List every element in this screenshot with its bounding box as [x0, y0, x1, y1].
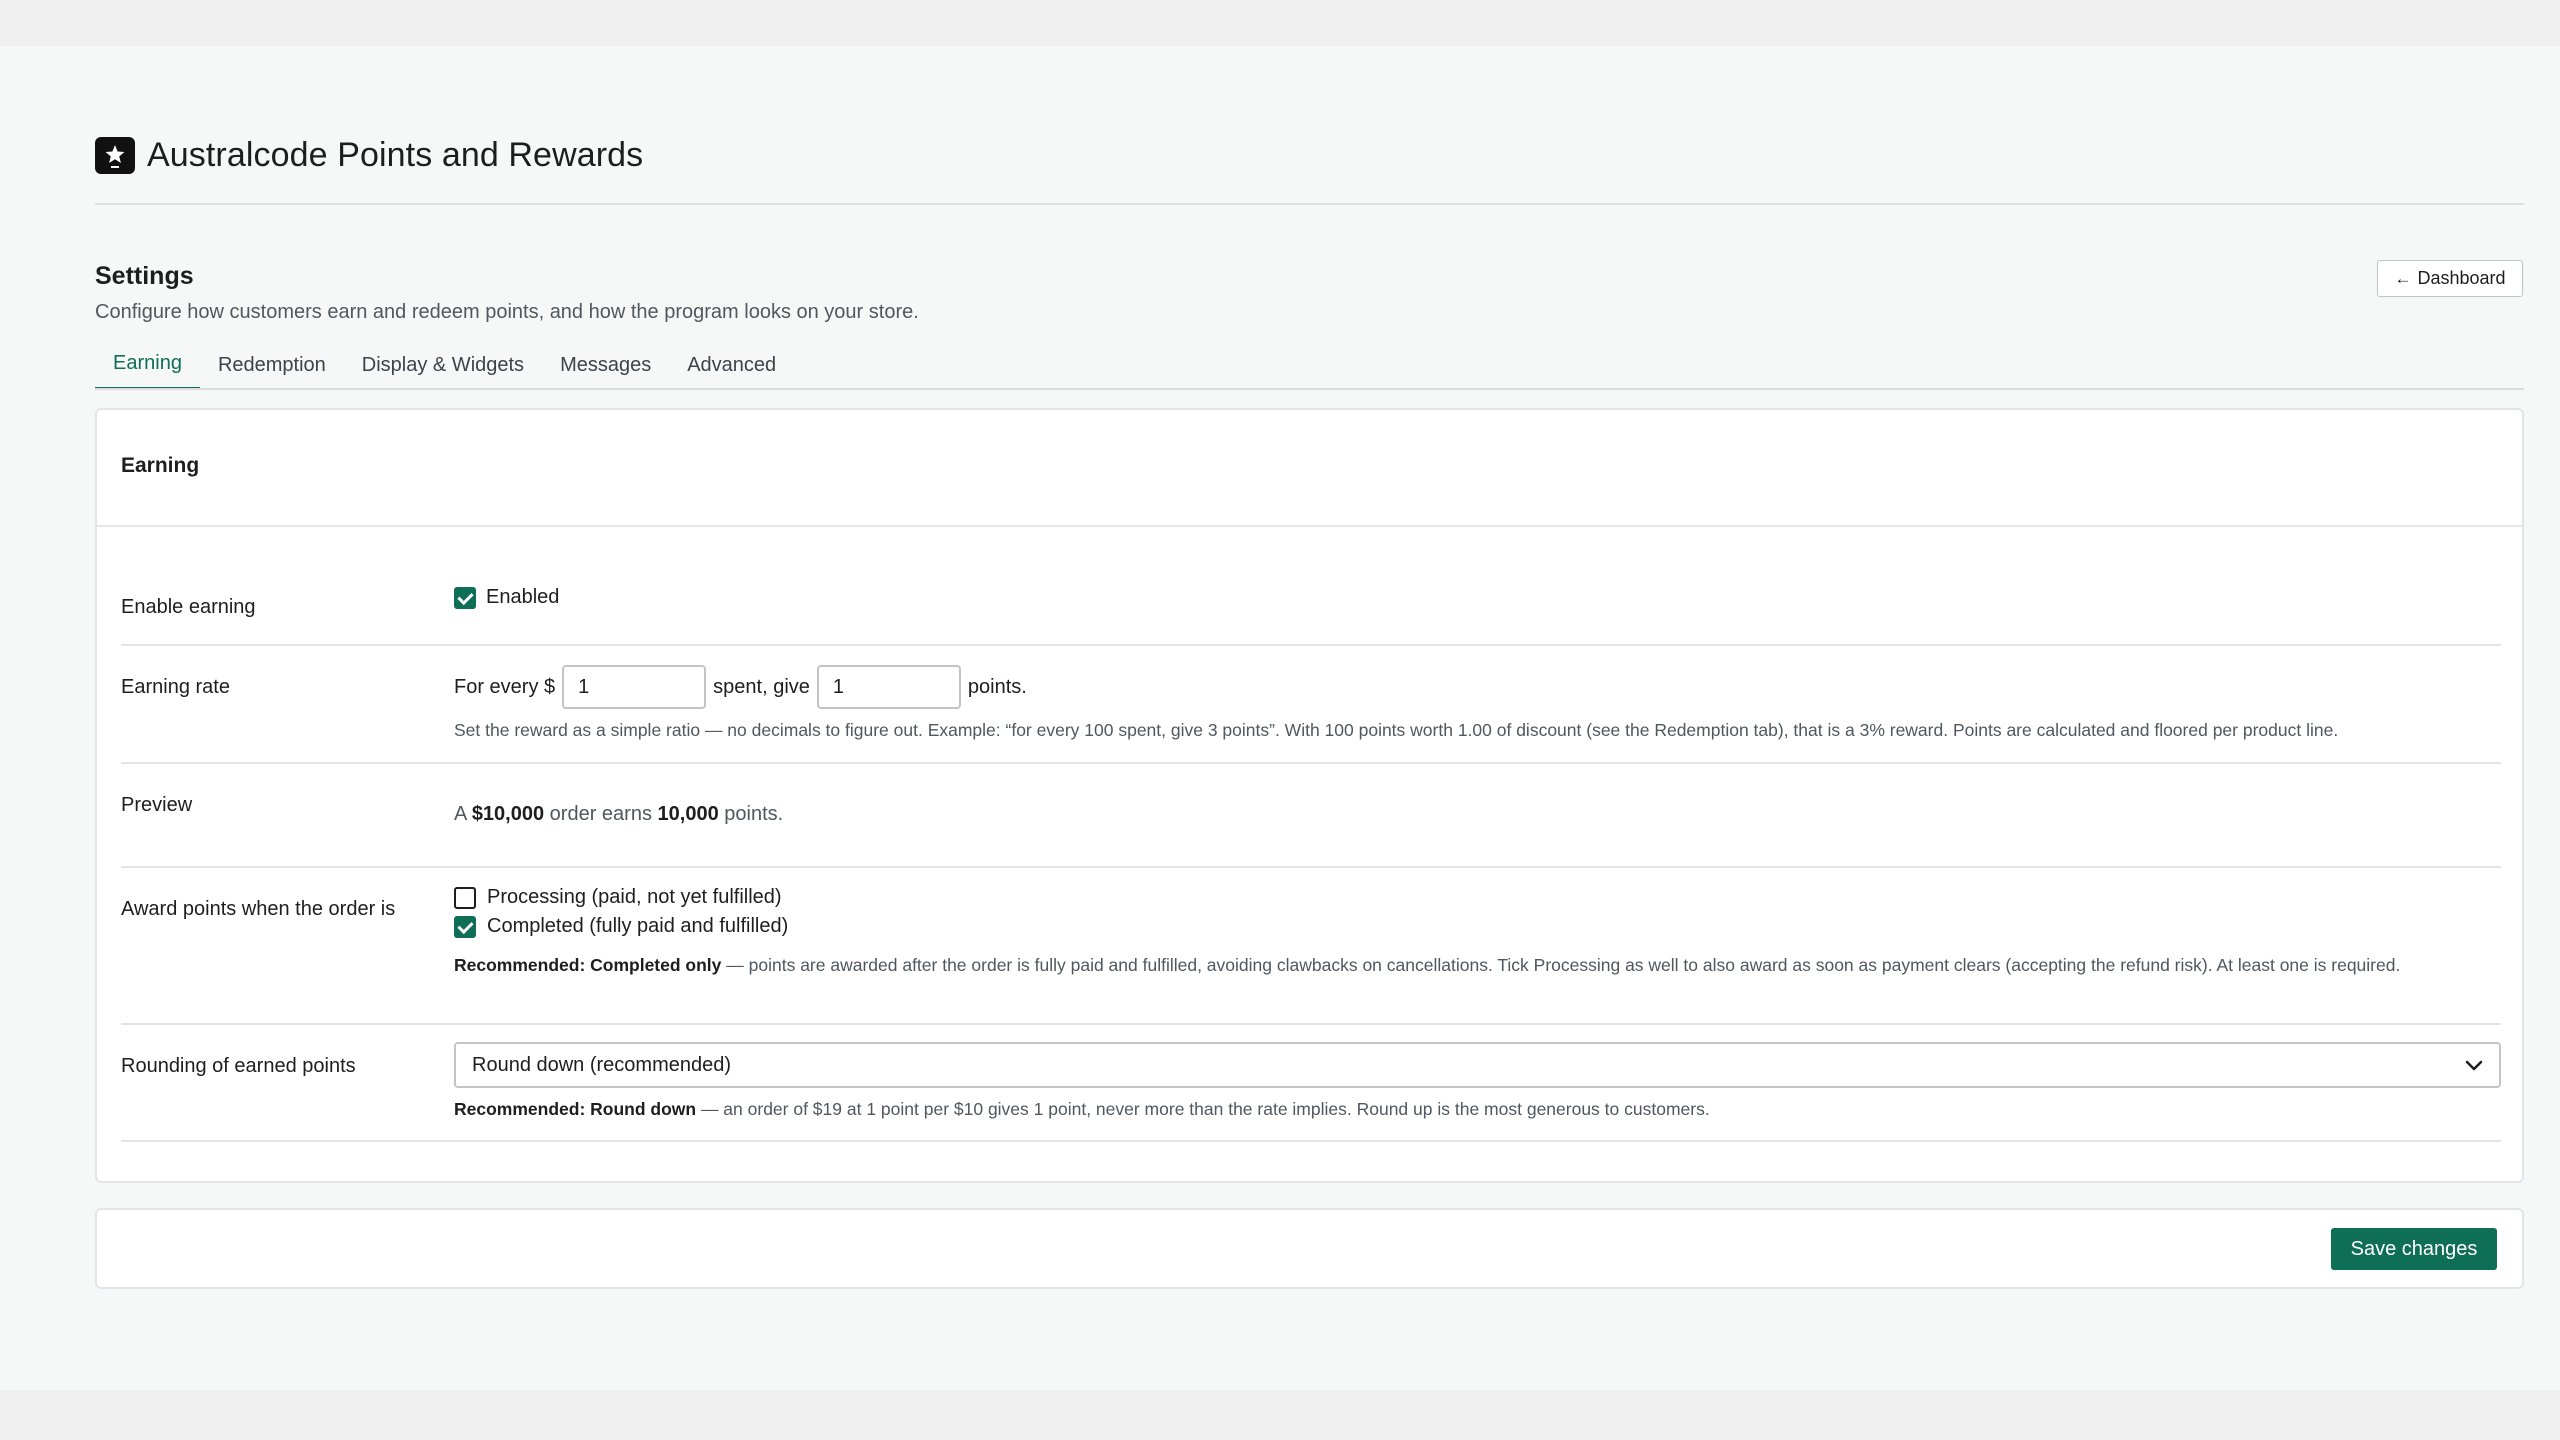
earning-card: Earning Enable earning Enabled Earning r…: [95, 408, 2524, 1183]
chevron-down-icon: [2465, 1060, 2483, 1071]
completed-checkbox-label: Completed (fully paid and fulfilled): [487, 915, 789, 937]
card-title: Earning: [121, 454, 200, 477]
page-title: Settings: [95, 262, 194, 290]
preview-prefix: A: [454, 803, 467, 825]
tabs-divider: [95, 388, 2524, 390]
preview-amount: $10,000: [471, 803, 545, 825]
rounding-select[interactable]: Round down (recommended): [454, 1042, 2501, 1088]
enable-earning-checkbox[interactable]: [454, 586, 476, 609]
tab-messages[interactable]: Messages: [542, 340, 669, 390]
preview-middle: order earns: [549, 803, 652, 825]
tab-display-widgets[interactable]: Display & Widgets: [344, 340, 542, 390]
app-header: Australcode Points and Rewards: [95, 135, 643, 175]
dashboard-button[interactable]: ← Dashboard: [2377, 260, 2523, 297]
row-divider: [121, 866, 2501, 868]
rounding-help-bold: Recommended: Round down: [454, 1099, 697, 1119]
arrow-left-icon: ←: [2394, 268, 2412, 288]
award-status-options: Processing (paid, not yet fulfilled) Com…: [454, 886, 788, 938]
spend-amount-input[interactable]: [562, 665, 707, 709]
header-divider: [95, 203, 2524, 205]
earning-rate-label: Earning rate: [121, 676, 230, 698]
rate-middle: spent, give: [713, 675, 810, 698]
row-divider: [121, 762, 2501, 764]
rounding-label: Rounding of earned points: [121, 1055, 356, 1077]
completed-checkbox[interactable]: [454, 915, 476, 938]
tab-redemption[interactable]: Redemption: [200, 340, 344, 390]
rounding-selected-value: Round down (recommended): [472, 1053, 732, 1076]
card-header-divider: [97, 525, 2522, 527]
earning-rate-field: For every $ spent, give points.: [454, 665, 1027, 709]
preview-suffix: points.: [724, 803, 784, 825]
preview-points: 10,000: [657, 803, 719, 825]
preview-text: A $10,000 order earns 10,000 points.: [454, 803, 783, 826]
award-status-label: Award points when the order is: [121, 898, 396, 920]
award-option-completed: Completed (fully paid and fulfilled): [454, 915, 788, 938]
rate-suffix: points.: [967, 675, 1027, 698]
award-status-help: Recommended: Completed only — points are…: [454, 952, 2504, 978]
save-bar: Save changes: [95, 1208, 2524, 1289]
top-bar: [0, 0, 2560, 46]
tab-earning[interactable]: Earning: [95, 340, 200, 390]
award-help-bold: Recommended: Completed only: [454, 955, 722, 975]
row-divider: [121, 1023, 2501, 1025]
rounding-help-text: — an order of $19 at 1 point per $10 giv…: [696, 1099, 1710, 1119]
processing-checkbox-label: Processing (paid, not yet fulfilled): [487, 886, 782, 908]
star-badge-icon: [95, 136, 135, 174]
tab-advanced[interactable]: Advanced: [669, 340, 794, 390]
app-title: Australcode Points and Rewards: [147, 135, 644, 174]
page-description: Configure how customers earn and redeem …: [95, 301, 919, 323]
rounding-help: Recommended: Round down — an order of $1…: [454, 1096, 1710, 1122]
rate-prefix: For every $: [454, 675, 556, 698]
row-divider: [121, 644, 2501, 646]
enable-earning-checkbox-label: Enabled: [486, 586, 560, 608]
bottom-strip: [0, 1390, 2560, 1440]
enable-earning-label: Enable earning: [121, 596, 256, 618]
award-help-text: — points are awarded after the order is …: [721, 955, 2401, 975]
row-divider: [121, 1140, 2501, 1142]
award-option-processing: Processing (paid, not yet fulfilled): [454, 886, 788, 909]
processing-checkbox[interactable]: [454, 886, 476, 909]
settings-tabs: Earning Redemption Display & Widgets Mes…: [95, 340, 794, 390]
preview-label: Preview: [121, 794, 193, 816]
dashboard-button-label: Dashboard: [2417, 268, 2506, 288]
save-changes-button[interactable]: Save changes: [2331, 1228, 2497, 1270]
points-amount-input[interactable]: [816, 665, 961, 709]
enable-earning-field: Enabled: [454, 586, 559, 609]
earning-rate-help: Set the reward as a simple ratio — no de…: [454, 720, 2339, 740]
